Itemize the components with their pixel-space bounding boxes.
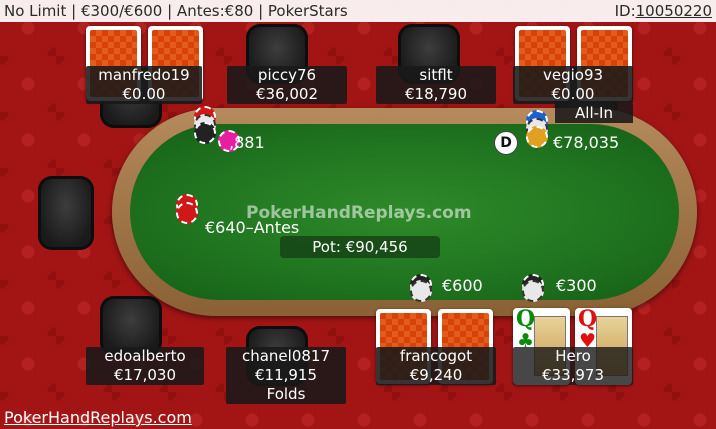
seat-manfredo19[interactable]: manfredo19 €0.00 bbox=[86, 66, 202, 104]
chip-stack-icon bbox=[520, 274, 550, 304]
bet-manfredo19: ,881 bbox=[229, 133, 265, 152]
card-rank: Q bbox=[578, 306, 598, 332]
bet-hero: €300 bbox=[556, 276, 597, 295]
player-stack: €0.00 bbox=[551, 85, 595, 103]
player-stack: €0.00 bbox=[122, 85, 166, 103]
chair-left bbox=[38, 176, 94, 250]
chip-stack-icon bbox=[172, 194, 202, 228]
bet-vegio93: €78,035 bbox=[553, 133, 620, 152]
player-name: Hero bbox=[555, 347, 591, 365]
bet-francogot: €600 bbox=[442, 276, 483, 295]
player-name: vegio93 bbox=[542, 66, 604, 84]
bet-amount-text: ,881 bbox=[229, 133, 265, 152]
bet-antes: €640–Antes bbox=[205, 218, 300, 237]
seat-chanel0817[interactable]: chanel0817 €11,915 Folds bbox=[226, 347, 346, 404]
seat-francogot[interactable]: francogot €9,240 bbox=[376, 347, 496, 385]
player-name: francogot bbox=[399, 347, 473, 365]
hand-id-link[interactable]: 10050220 bbox=[636, 2, 712, 20]
player-name: chanel0817 bbox=[241, 347, 331, 365]
seat-hero[interactable]: Hero €33,973 bbox=[513, 347, 633, 385]
seat-edoalberto[interactable]: edoalberto €17,030 bbox=[86, 347, 204, 385]
player-stack: €36,002 bbox=[255, 85, 319, 103]
chip-stack-icon bbox=[522, 110, 552, 154]
pot-display: Pot: €90,456 bbox=[280, 236, 440, 258]
player-stack: €18,790 bbox=[404, 85, 468, 103]
chip-stack-icon bbox=[408, 274, 438, 304]
hand-id-label: ID: bbox=[614, 2, 636, 20]
player-name: edoalberto bbox=[104, 347, 186, 365]
card-rank: Q bbox=[516, 306, 536, 332]
player-name: piccy76 bbox=[257, 66, 317, 84]
seat-sitflt[interactable]: sitflt €18,790 bbox=[376, 66, 496, 104]
dealer-button-icon: D bbox=[494, 131, 518, 155]
footer-site-link[interactable]: PokerHandReplays.com bbox=[4, 408, 192, 427]
hand-header: No Limit | €300/€600 | Antes:€80 | Poker… bbox=[0, 0, 716, 22]
player-stack: €11,915 bbox=[254, 366, 318, 384]
player-action-allin: All-In bbox=[555, 104, 633, 123]
hand-id[interactable]: ID:10050220 bbox=[615, 0, 712, 22]
player-stack: €9,240 bbox=[409, 366, 463, 384]
player-stack: €33,973 bbox=[541, 366, 605, 384]
player-name: manfredo19 bbox=[98, 66, 190, 84]
player-name: sitflt bbox=[419, 66, 453, 84]
seat-vegio93[interactable]: vegio93 €0.00 bbox=[513, 66, 633, 104]
seat-piccy76[interactable]: piccy76 €36,002 bbox=[227, 66, 347, 104]
player-action-folds: Folds bbox=[266, 385, 306, 403]
player-stack: €17,030 bbox=[113, 366, 177, 384]
game-title: No Limit | €300/€600 | Antes:€80 | Poker… bbox=[4, 2, 348, 20]
